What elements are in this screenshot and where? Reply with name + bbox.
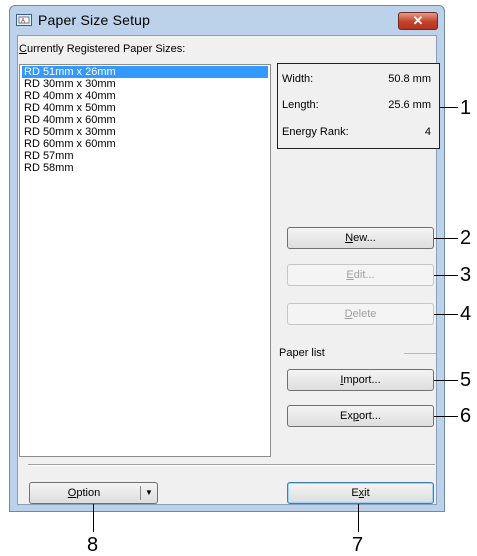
length-label: Length: xyxy=(282,99,319,111)
option-button[interactable]: Option ▼ xyxy=(29,482,158,504)
app-icon: A xyxy=(16,14,32,26)
option-label: Option xyxy=(67,487,101,499)
width-label: Width: xyxy=(282,73,314,85)
callout-2: 2 xyxy=(460,227,472,249)
energy-rank-value: 4 xyxy=(424,126,431,138)
exit-button[interactable]: Exit xyxy=(287,482,434,504)
delete-button[interactable]: Delete xyxy=(287,303,434,325)
list-item[interactable]: RD 40mm x 50mm xyxy=(22,102,268,114)
energy-rank-label: Energy Rank: xyxy=(282,126,349,138)
close-button[interactable]: ✕ xyxy=(398,12,438,30)
registered-sizes-label: Currently Registered Paper Sizes: xyxy=(19,43,186,55)
list-item[interactable]: RD 30mm x 30mm xyxy=(22,78,268,90)
svg-text:A: A xyxy=(21,19,25,25)
callout-1-line xyxy=(440,107,458,108)
callout-6-line xyxy=(434,416,458,417)
import-button[interactable]: Import... xyxy=(287,369,434,391)
close-icon: ✕ xyxy=(412,13,424,28)
callout-3: 3 xyxy=(460,264,472,286)
list-item[interactable]: RD 40mm x 60mm xyxy=(22,114,268,126)
callout-8: 8 xyxy=(87,534,99,556)
callout-5-line xyxy=(434,380,458,381)
width-row: Width: 50.8 mm xyxy=(282,73,431,85)
width-value: 50.8 mm xyxy=(388,73,431,85)
paper-list-label: Paper list xyxy=(279,347,325,359)
list-item[interactable]: RD 58mm xyxy=(22,162,268,174)
export-button[interactable]: Export... xyxy=(287,405,434,427)
callout-4-line xyxy=(434,314,458,315)
option-split-divider xyxy=(140,486,141,500)
paper-list-divider xyxy=(404,353,436,354)
energy-rank-row: Energy Rank: 4 xyxy=(282,126,431,138)
length-row: Length: 25.6 mm xyxy=(282,99,431,111)
callout-2-line xyxy=(434,238,458,239)
callout-3-line xyxy=(434,275,458,276)
length-value: 25.6 mm xyxy=(388,99,431,111)
callout-4: 4 xyxy=(460,303,472,325)
callout-8-line xyxy=(93,504,94,532)
callout-5: 5 xyxy=(460,369,472,391)
paper-info-panel: Width: 50.8 mm Length: 25.6 mm Energy Ra… xyxy=(277,63,440,149)
dropdown-arrow-icon[interactable]: ▼ xyxy=(142,483,156,503)
list-item[interactable]: RD 51mm x 26mm xyxy=(22,66,268,78)
list-item[interactable]: RD 50mm x 30mm xyxy=(22,126,268,138)
callout-7: 7 xyxy=(352,534,364,556)
callout-1: 1 xyxy=(460,97,472,119)
list-item[interactable]: RD 57mm xyxy=(22,150,268,162)
title-bar[interactable]: A Paper Size Setup ✕ xyxy=(10,6,444,34)
footer-separator xyxy=(28,464,435,466)
paper-size-list[interactable]: RD 51mm x 26mm RD 30mm x 30mm RD 40mm x 40… xyxy=(19,64,271,457)
window-title: Paper Size Setup xyxy=(38,12,151,28)
edit-button[interactable]: Edit... xyxy=(287,264,434,286)
list-item[interactable]: RD 60mm x 60mm xyxy=(22,138,268,150)
callout-7-line xyxy=(358,504,359,532)
new-button[interactable]: New... xyxy=(287,227,434,249)
list-item[interactable]: RD 40mm x 40mm xyxy=(22,90,268,102)
callout-6: 6 xyxy=(460,405,472,427)
